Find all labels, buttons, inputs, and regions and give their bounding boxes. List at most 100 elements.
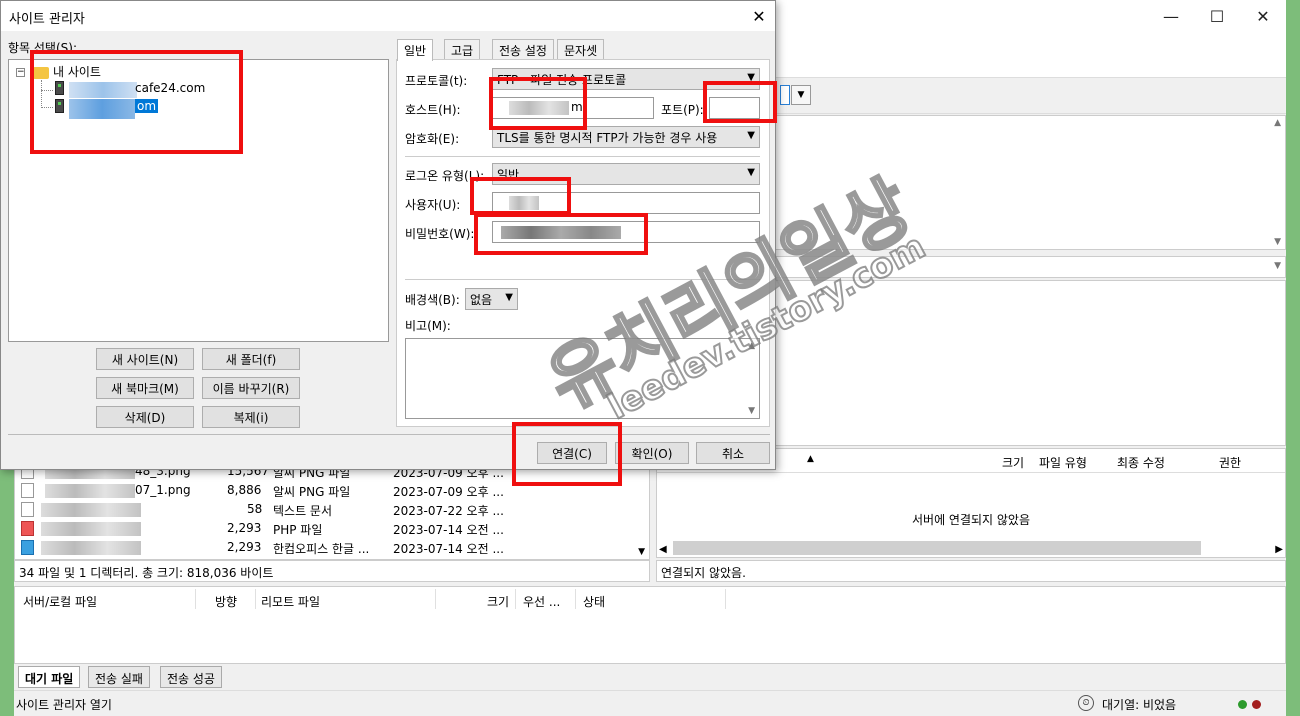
site-manager-dialog: 사이트 관리자 ✕ 항목 선택(S): − 내 사이트 cafe24.com o… (0, 0, 776, 470)
led-green-icon (1238, 700, 1247, 709)
speed-limit-icon[interactable]: ⏲ (1078, 695, 1094, 711)
bgcolor-label: 배경색(B): (405, 293, 460, 307)
led-red-icon (1252, 700, 1261, 709)
list-item[interactable]: 2,293 PHP 파일 2023-07-14 오전 ... (21, 519, 647, 538)
tree-site-2-selected[interactable]: om (135, 99, 159, 113)
redacted-username (509, 196, 539, 210)
chevron-down-icon[interactable]: ▼ (1274, 261, 1281, 271)
server-icon (55, 81, 64, 95)
quickconnect-input[interactable] (780, 85, 790, 105)
chevron-down-icon: ▼ (797, 90, 805, 100)
user-input[interactable] (492, 192, 760, 214)
tab-advanced[interactable]: 고급 (444, 39, 481, 60)
new-bookmark-button[interactable]: 새 북마크(M) (96, 377, 194, 399)
png-file-icon (21, 483, 34, 498)
password-input[interactable] (492, 221, 760, 243)
server-icon (55, 99, 64, 113)
encryption-select[interactable]: TLS를 통한 명시적 FTP가 가능한 경우 사용 ▼ (492, 126, 760, 148)
queue-status: 대기열: 비었음 (1102, 698, 1177, 712)
host-label: 호스트(H): (405, 103, 461, 117)
scroll-up-icon[interactable]: ▲ (748, 341, 755, 351)
password-label: 비밀번호(W): (405, 227, 475, 241)
ok-button[interactable]: 확인(O) (615, 442, 689, 464)
collapse-icon[interactable]: − (16, 68, 25, 77)
comments-textarea[interactable]: ▲ ▼ (405, 338, 760, 419)
col-size[interactable]: 크기 (1002, 454, 1024, 471)
duplicate-button[interactable]: 복제(i) (202, 406, 300, 428)
local-file-list: 48_3.png 15,567 알씨 PNG 파일 2023-07-09 오후 … (14, 460, 650, 560)
chevron-down-icon: ▼ (747, 130, 755, 141)
general-settings-panel: 프로토콜(t): FTP - 파일 전송 프로토콜 ▼ 호스트(H): m 포트… (396, 59, 770, 427)
select-entry-label: 항목 선택(S): (8, 41, 77, 55)
rename-button[interactable]: 이름 바꾸기(R) (202, 377, 300, 399)
logon-type-select[interactable]: 일반 ▼ (492, 163, 760, 185)
text-file-icon (21, 502, 34, 517)
hwp-file-icon (21, 540, 34, 555)
list-item[interactable]: 07_1.png 8,886 알씨 PNG 파일 2023-07-09 오후 .… (21, 481, 647, 500)
list-item[interactable]: 2,293 한컴오피스 한글 ... 2023-07-14 오전 ... (21, 538, 647, 557)
close-icon: ✕ (752, 6, 766, 26)
col-priority[interactable]: 우선 ... (523, 593, 560, 610)
redacted-site-name-selected (69, 99, 135, 119)
redacted-filename (45, 484, 135, 498)
local-status: 34 파일 및 1 디렉터리. 총 크기: 818,036 바이트 (14, 560, 650, 582)
tab-transfer-settings[interactable]: 전송 설정 (492, 39, 554, 60)
minimize-button[interactable]: — (1148, 0, 1194, 32)
col-type[interactable]: 파일 유형 (1039, 454, 1087, 471)
quickconnect-dropdown[interactable]: ▼ (791, 85, 811, 105)
new-site-button[interactable]: 새 사이트(N) (96, 348, 194, 370)
scroll-down-icon[interactable]: ▼ (748, 406, 755, 416)
tab-charset[interactable]: 문자셋 (557, 39, 605, 60)
scroll-right-icon[interactable]: ▶ (1275, 544, 1283, 555)
connect-button[interactable]: 연결(C) (537, 442, 607, 464)
col-status[interactable]: 상태 (583, 593, 605, 610)
col-server-local[interactable]: 서버/로컬 파일 (23, 593, 97, 610)
col-size[interactable]: 크기 (487, 593, 509, 610)
redacted-filename (41, 503, 141, 517)
remote-directory-tree (774, 280, 1286, 446)
horizontal-scrollbar[interactable] (673, 541, 1201, 555)
tab-failed-transfers[interactable]: 전송 실패 (88, 666, 150, 688)
delete-button[interactable]: 삭제(D) (96, 406, 194, 428)
scroll-down-icon[interactable]: ▼ (638, 547, 645, 557)
port-input[interactable] (709, 97, 760, 119)
scroll-down-icon[interactable]: ▼ (1274, 237, 1281, 247)
tree-root-my-sites[interactable]: 내 사이트 (53, 63, 101, 80)
cancel-button[interactable]: 취소 (696, 442, 770, 464)
redacted-filename (41, 522, 141, 536)
close-button[interactable]: ✕ (1240, 0, 1286, 32)
port-label: 포트(P): (661, 103, 704, 117)
remote-empty-message: 서버에 연결되지 않았음 (911, 513, 1031, 527)
col-direction[interactable]: 방향 (215, 593, 237, 610)
scroll-up-icon[interactable]: ▲ (1274, 118, 1281, 128)
status-text: 사이트 관리자 열기 (16, 698, 112, 712)
php-file-icon (21, 521, 34, 536)
tab-general[interactable]: 일반 (397, 39, 434, 61)
col-permissions[interactable]: 권한 (1219, 454, 1241, 471)
list-item[interactable]: 58 텍스트 문서 2023-07-22 오후 ... (21, 500, 647, 519)
folder-icon (33, 67, 49, 79)
maximize-button[interactable]: ☐ (1194, 0, 1240, 32)
col-modified[interactable]: 최종 수정 (1117, 454, 1165, 471)
logon-type-label: 로그온 유형(L): (405, 169, 485, 183)
scroll-left-icon[interactable]: ◀ (659, 544, 667, 555)
tree-site-1[interactable]: cafe24.com (135, 81, 205, 95)
chevron-down-icon: ▼ (747, 167, 755, 178)
tab-successful-transfers[interactable]: 전송 성공 (160, 666, 222, 688)
dialog-close-button[interactable]: ✕ (743, 1, 775, 31)
protocol-select[interactable]: FTP - 파일 전송 프로토콜 ▼ (492, 68, 760, 90)
chevron-down-icon: ▼ (505, 292, 513, 303)
remote-path-input[interactable]: ▼ (774, 256, 1286, 278)
redacted-site-name (69, 82, 137, 98)
status-bar: 사이트 관리자 열기 ⏲ 대기열: 비었음 (14, 690, 1286, 716)
col-remote-file[interactable]: 리모트 파일 (261, 593, 320, 610)
host-input[interactable]: m (492, 97, 654, 119)
site-tree: − 내 사이트 cafe24.com om (8, 59, 389, 342)
comments-label: 비고(M): (405, 319, 451, 333)
bgcolor-select[interactable]: 없음 ▼ (465, 288, 518, 310)
remote-status: 연결되지 않았음. (656, 560, 1286, 582)
transfer-queue: 서버/로컬 파일 방향 리모트 파일 크기 우선 ... 상태 (14, 586, 1286, 664)
new-folder-button[interactable]: 새 폴더(f) (202, 348, 300, 370)
protocol-label: 프로토콜(t): (405, 74, 468, 88)
tab-queued-files[interactable]: 대기 파일 (18, 666, 81, 688)
